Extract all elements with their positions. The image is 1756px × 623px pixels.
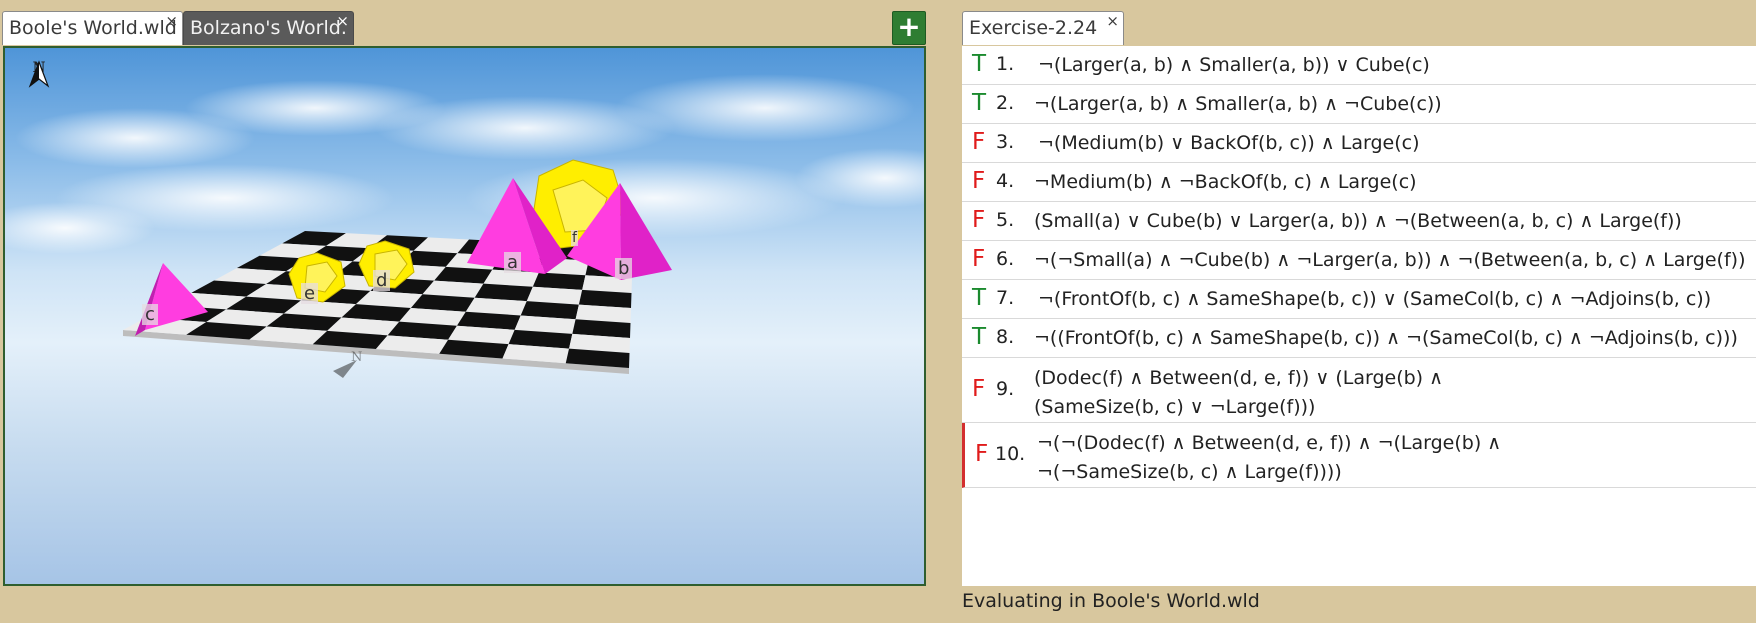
label-e: e: [301, 283, 319, 304]
sentence-row[interactable]: T 7. ¬(FrontOf(b, c) ∧ SameShape(b, c)) ∨ …: [962, 280, 1756, 319]
label-f: f: [571, 230, 578, 246]
sentence-number: 2.: [996, 91, 1015, 114]
formula-line: ¬(¬Small(a) ∧ ¬Cube(b) ∧ ¬Larger(a, b)) …: [1034, 249, 1746, 271]
tab-booles-world[interactable]: Boole's World.wld ×: [2, 11, 183, 45]
formula: ¬(Larger(a, b) ∧ Smaller(a, b)) ∨ Cube(c…: [1038, 51, 1430, 80]
sentence-number: 10.: [995, 442, 1026, 465]
sentence-row[interactable]: T 1. ¬(Larger(a, b) ∧ Smaller(a, b)) ∨ Cub…: [962, 46, 1756, 85]
formula: ¬(Medium(b) ∨ BackOf(b, c)) ∧ Large(c): [1038, 129, 1419, 158]
sentence-number: 6.: [996, 247, 1015, 270]
sentence-row[interactable]: F 5. (Small(a) ∨ Cube(b) ∨ Larger(a, b)) ∧…: [962, 202, 1756, 241]
truth-value: F: [972, 245, 986, 272]
formula-line: ¬Medium(b) ∧ ¬BackOf(b, c) ∧ Large(c): [1034, 171, 1417, 193]
formula-line: ¬(¬(Dodec(f) ∧ Between(d, e, f)) ∧ ¬(Lar…: [1037, 432, 1502, 454]
truth-value: F: [972, 167, 986, 194]
sentence-number: 7.: [996, 286, 1015, 309]
formula: ¬((FrontOf(b, c) ∧ SameShape(b, c)) ∧ ¬(…: [1034, 324, 1738, 353]
sentence-number: 1.: [996, 52, 1015, 75]
label-a: a: [504, 252, 522, 273]
truth-value: T: [972, 50, 987, 77]
tab-label: Exercise-2.24: [969, 17, 1098, 39]
formula: ¬(¬(Dodec(f) ∧ Between(d, e, f)) ∧ ¬(Lar…: [1037, 429, 1501, 487]
truth-value: F: [972, 206, 986, 233]
formula: ¬(¬Small(a) ∧ ¬Cube(b) ∧ ¬Larger(a, b)) …: [1034, 246, 1746, 275]
formula: ¬(FrontOf(b, c) ∧ SameShape(b, c)) ∨ (Sa…: [1038, 285, 1711, 314]
ground-compass-shadow: N: [333, 350, 362, 378]
close-icon[interactable]: ×: [165, 12, 178, 36]
formula: (Small(a) ∨ Cube(b) ∨ Larger(a, b)) ∧ ¬(…: [1034, 207, 1682, 236]
label-d: d: [373, 270, 391, 291]
truth-value: T: [972, 89, 987, 116]
sentence-number: 3.: [996, 130, 1015, 153]
tab-label: Boole's World.wld: [9, 17, 177, 39]
truth-value: T: [972, 284, 987, 311]
formula: ¬Medium(b) ∧ ¬BackOf(b, c) ∧ Large(c): [1034, 168, 1417, 197]
formula-line: ¬((FrontOf(b, c) ∧ SameShape(b, c)) ∧ ¬(…: [1034, 327, 1738, 349]
formula-line: ¬(¬SameSize(b, c) ∧ Large(f)))): [1037, 461, 1342, 483]
sentence-row[interactable]: F 6. ¬(¬Small(a) ∧ ¬Cube(b) ∧ ¬Larger(a, b…: [962, 241, 1756, 280]
formula-line: (Dodec(f) ∧ Between(d, e, f)) ∨ (Large(b…: [1034, 367, 1444, 389]
label-c: c: [142, 304, 158, 325]
truth-value: F: [972, 128, 986, 155]
formula-line: (SameSize(b, c) ∨ ¬Large(f))): [1034, 396, 1316, 418]
label-b: b: [615, 258, 633, 279]
truth-value: T: [972, 323, 987, 350]
formula-line: ¬(FrontOf(b, c) ∧ SameShape(b, c)) ∨ (Sa…: [1038, 288, 1712, 310]
formula-line: ¬(Medium(b) ∨ BackOf(b, c)) ∧ Large(c): [1038, 132, 1420, 154]
board-square: [532, 272, 586, 290]
formula: (Dodec(f) ∧ Between(d, e, f)) ∨ (Large(b…: [1034, 364, 1443, 422]
status-text: Evaluating in Boole's World.wld: [962, 590, 1260, 612]
svg-text:N: N: [351, 350, 362, 365]
add-world-button[interactable]: +: [892, 11, 926, 45]
sentence-row[interactable]: T 8. ¬((FrontOf(b, c) ∧ SameShape(b, c)) ∧…: [962, 319, 1756, 358]
tab-exercise[interactable]: Exercise-2.24 ×: [962, 11, 1124, 45]
truth-value: F: [972, 375, 986, 402]
sentence-number: 4.: [996, 169, 1015, 192]
truth-value: F: [975, 440, 989, 467]
sentence-row[interactable]: F 10. ¬(¬(Dodec(f) ∧ Between(d, e, f)) ∧ ¬…: [962, 423, 1756, 488]
formula: ¬(Larger(a, b) ∧ Smaller(a, b) ∧ ¬Cube(c…: [1034, 90, 1442, 119]
tab-label: Bolzano's World.: [190, 17, 347, 39]
sentence-number: 9.: [996, 377, 1015, 400]
tab-bolzanos-world[interactable]: Bolzano's World. ×: [183, 11, 354, 45]
clouds: [5, 74, 924, 254]
sentence-row[interactable]: F 3. ¬(Medium(b) ∨ BackOf(b, c)) ∧ Large(c…: [962, 124, 1756, 163]
sentence-row[interactable]: T 2. ¬(Larger(a, b) ∧ Smaller(a, b) ∧ ¬Cub…: [962, 85, 1756, 124]
north-arrow-icon: [28, 60, 50, 88]
sentence-number: 8.: [996, 325, 1015, 348]
close-icon[interactable]: ×: [1106, 6, 1119, 36]
sentence-list: T 1. ¬(Larger(a, b) ∧ Smaller(a, b)) ∨ Cub…: [962, 46, 1756, 586]
world-view[interactable]: N N: [3, 46, 926, 586]
sentence-row[interactable]: F 9. (Dodec(f) ∧ Between(d, e, f)) ∨ (Larg…: [962, 358, 1756, 423]
formula-line: ¬(Larger(a, b) ∧ Smaller(a, b) ∧ ¬Cube(c…: [1034, 93, 1442, 115]
formula-line: ¬(Larger(a, b) ∧ Smaller(a, b)) ∨ Cube(c…: [1038, 54, 1430, 76]
sentence-number: 5.: [996, 208, 1015, 231]
compass: N: [27, 60, 51, 108]
sentence-row[interactable]: F 4. ¬Medium(b) ∧ ¬BackOf(b, c) ∧ Large(c): [962, 163, 1756, 202]
close-icon[interactable]: ×: [336, 12, 349, 36]
formula-line: (Small(a) ∨ Cube(b) ∨ Larger(a, b)) ∧ ¬(…: [1034, 210, 1682, 232]
